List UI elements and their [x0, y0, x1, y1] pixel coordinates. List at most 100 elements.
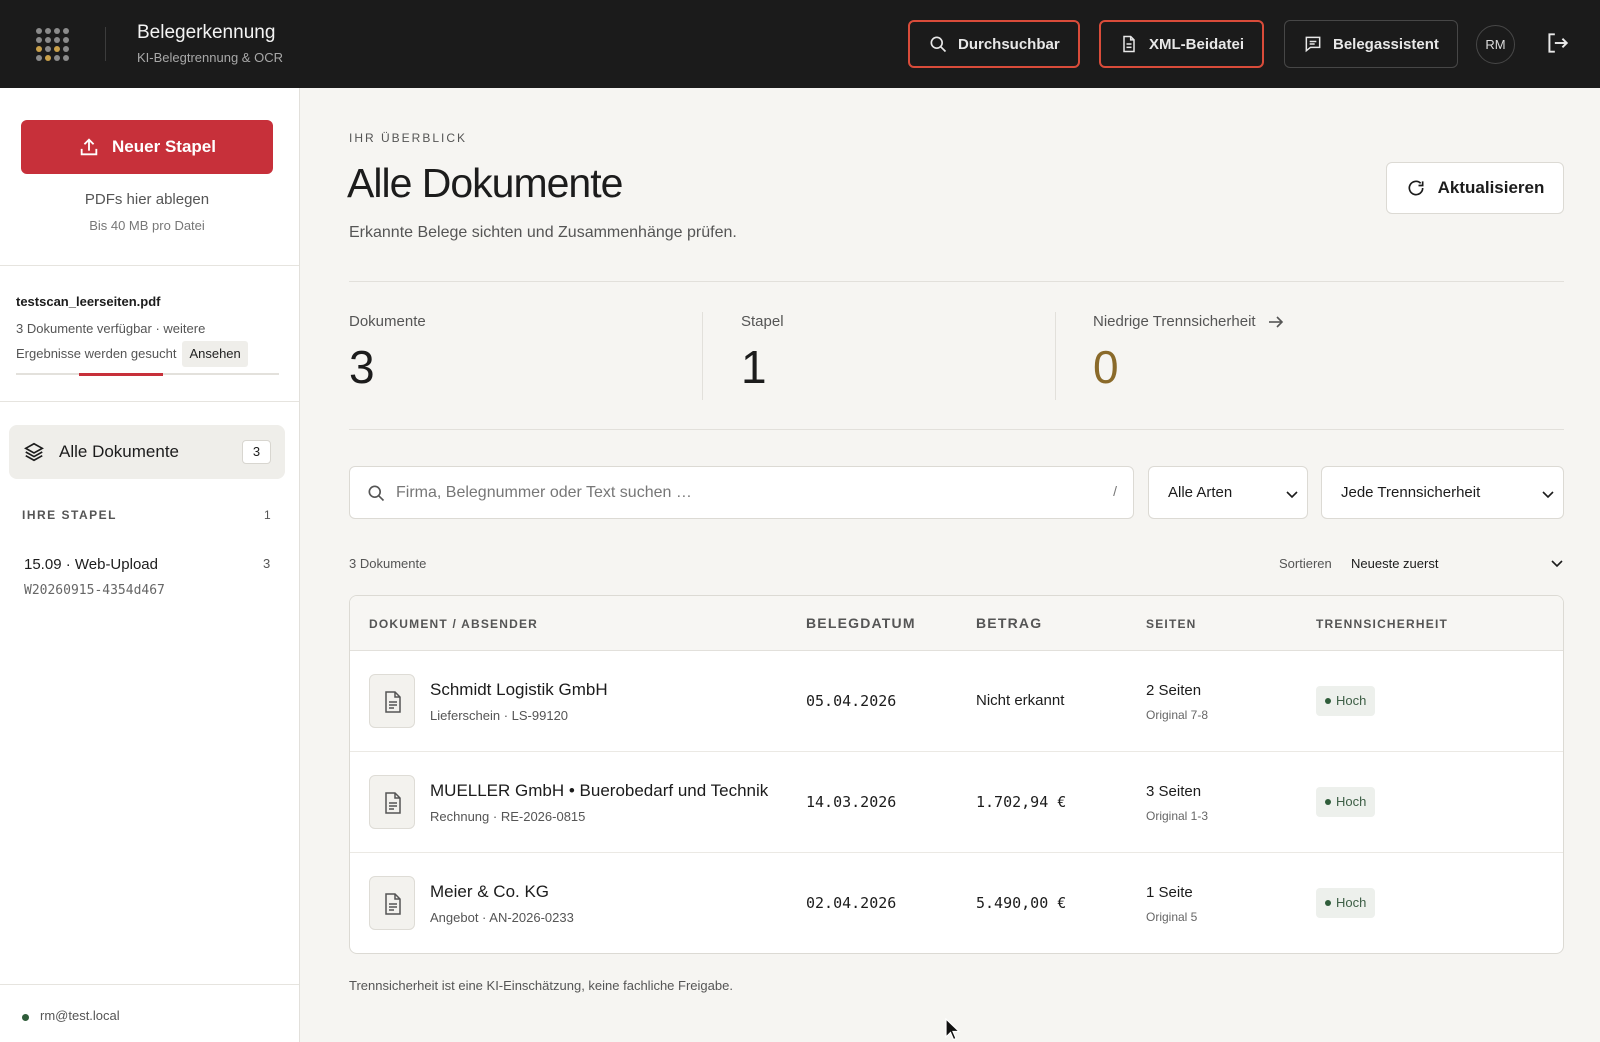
sidebar-item-count: 3 — [242, 440, 271, 464]
document-count: 3 Dokumente — [349, 556, 427, 571]
row-pages: 3 Seiten — [1146, 783, 1202, 800]
stat-low-confidence-link[interactable]: Niedrige Trennsicherheit — [1093, 313, 1284, 330]
app-title: Belegerkennung — [137, 22, 276, 43]
header-divider — [105, 27, 106, 61]
divider — [349, 281, 1564, 282]
search-input[interactable]: Firma, Belegnummer oder Text suchen … / — [349, 466, 1134, 519]
row-amount: Nicht erkannt — [976, 692, 1065, 709]
row-meta: Angebot · AN-2026-0233 — [430, 910, 574, 925]
column-header-pages[interactable]: SEITEN — [1146, 617, 1197, 631]
user-avatar[interactable]: RM — [1476, 25, 1515, 64]
table-row[interactable]: MUELLER GmbH • Buerobedarf und Technik R… — [350, 752, 1563, 853]
assistant-label: Belegassistent — [1333, 35, 1439, 53]
search-shortcut: / — [1113, 483, 1117, 499]
stat-documents-text: Dokumente — [349, 313, 426, 330]
confidence-filter-value: Jede Trennsicherheit — [1341, 484, 1481, 501]
refresh-label: Aktualisieren — [1437, 178, 1545, 197]
chevron-down-icon[interactable] — [1550, 558, 1564, 570]
new-stack-button[interactable]: Neuer Stapel — [21, 120, 273, 174]
stat-documents-label: Dokumente — [349, 313, 426, 330]
upload-status-text: 3 Dokumente verfügbar · weitere Ergebnis… — [16, 321, 206, 361]
row-amount: 1.702,94 € — [976, 793, 1067, 811]
row-original-pages: Original 7-8 — [1146, 708, 1209, 722]
column-header-confidence[interactable]: TRENNSICHERHEIT — [1316, 617, 1448, 631]
drop-hint: PDFs hier ablegen — [84, 191, 210, 208]
new-stack-label: Neuer Stapel — [112, 137, 216, 156]
top-bar: Belegerkennung KI-Belegtrennung & OCR Du… — [0, 0, 1600, 88]
app-logo-icon — [36, 28, 69, 61]
upload-progress-indicator — [79, 373, 163, 376]
logout-icon[interactable] — [1544, 30, 1570, 56]
section-eyebrow: IHR ÜBERBLICK — [349, 131, 468, 145]
search-placeholder: Firma, Belegnummer oder Text suchen … — [396, 484, 692, 501]
page-subtitle: Erkannte Belege sichten und Zusammenhäng… — [349, 224, 737, 241]
sidebar: Neuer Stapel PDFs hier ablegen Bis 40 MB… — [0, 88, 300, 1042]
row-date: 14.03.2026 — [806, 793, 897, 811]
assistant-button[interactable]: Belegassistent — [1284, 20, 1458, 68]
online-status-icon — [22, 1014, 29, 1021]
row-pages: 1 Seite — [1146, 884, 1193, 901]
row-date: 05.04.2026 — [806, 692, 897, 710]
user-email: rm@test.local — [40, 1008, 120, 1023]
divider — [349, 429, 1564, 430]
confidence-badge: Hoch — [1316, 686, 1376, 716]
sidebar-divider — [0, 984, 299, 985]
searchable-button[interactable]: Durchsuchbar — [908, 20, 1080, 68]
confidence-badge: Hoch — [1316, 787, 1376, 817]
stacks-count: 1 — [264, 508, 271, 522]
sidebar-divider — [0, 265, 299, 266]
document-icon — [369, 674, 415, 728]
chat-icon — [1305, 36, 1321, 53]
stat-low-confidence-value: 0 — [1093, 341, 1119, 393]
arrow-right-icon — [1268, 315, 1283, 328]
column-header-date[interactable]: BELEGDATUM — [806, 615, 916, 631]
stat-stacks-label: Stapel — [741, 313, 784, 330]
page-title: Alle Dokumente — [347, 160, 623, 206]
footnote: Trennsicherheit ist eine KI-Einschätzung… — [349, 978, 733, 993]
refresh-button[interactable]: Aktualisieren — [1386, 162, 1564, 214]
stat-stacks-value: 1 — [741, 341, 767, 393]
upload-file-name: testscan_leerseiten.pdf — [16, 294, 161, 309]
chevron-down-icon — [1286, 491, 1298, 499]
type-filter-select[interactable]: Alle Arten — [1148, 466, 1308, 519]
upload-status: 3 Dokumente verfügbar · weitere Ergebnis… — [16, 317, 266, 367]
sort-label: Sortieren — [1279, 556, 1332, 571]
mouse-cursor-icon — [945, 1018, 961, 1041]
view-upload-button[interactable]: Ansehen — [182, 341, 248, 367]
stat-divider — [702, 312, 703, 400]
documents-table: DOKUMENT / ABSENDER BELEGDATUM BETRAG SE… — [349, 595, 1564, 954]
row-sender: Meier & Co. KG — [430, 882, 550, 901]
table-row[interactable]: Meier & Co. KG Angebot · AN-2026-0233 02… — [350, 853, 1563, 953]
search-icon — [930, 36, 947, 53]
row-sender: MUELLER GmbH • Buerobedarf und Technik — [430, 781, 769, 800]
xml-attachment-button[interactable]: XML-Beidatei — [1099, 20, 1265, 68]
type-filter-value: Alle Arten — [1168, 484, 1233, 501]
column-header-document[interactable]: DOKUMENT / ABSENDER — [369, 617, 538, 631]
chevron-down-icon — [1542, 491, 1554, 499]
sidebar-item-stack[interactable]: 15.09 · Web-Upload — [24, 556, 158, 573]
stacks-heading: IHRE STAPEL — [22, 508, 117, 522]
row-meta: Lieferschein · LS-99120 — [430, 708, 569, 723]
row-meta: Rechnung · RE-2026-0815 — [430, 809, 586, 824]
document-icon — [369, 876, 415, 930]
sort-select[interactable]: Neueste zuerst — [1351, 556, 1438, 571]
stat-stacks-text: Stapel — [741, 313, 784, 330]
confidence-filter-select[interactable]: Jede Trennsicherheit — [1321, 466, 1564, 519]
table-header: DOKUMENT / ABSENDER BELEGDATUM BETRAG SE… — [350, 596, 1563, 651]
sidebar-item-label: Alle Dokumente — [59, 442, 180, 461]
table-row[interactable]: Schmidt Logistik GmbH Lieferschein · LS-… — [350, 651, 1563, 752]
sidebar-item-all-documents[interactable]: Alle Dokumente 3 — [9, 425, 285, 479]
sidebar-divider — [0, 401, 299, 402]
row-date: 02.04.2026 — [806, 894, 897, 912]
row-amount: 5.490,00 € — [976, 894, 1067, 912]
document-icon — [1123, 35, 1135, 53]
stat-divider — [1055, 312, 1056, 400]
refresh-icon — [1408, 180, 1424, 196]
row-original-pages: Original 5 — [1146, 910, 1198, 924]
column-header-amount[interactable]: BETRAG — [976, 615, 1042, 631]
search-icon — [368, 485, 385, 502]
stack-id: W20260915-4354d467 — [24, 583, 165, 598]
stat-low-confidence-text: Niedrige Trennsicherheit — [1093, 313, 1256, 330]
upload-icon — [80, 138, 98, 156]
row-pages: 2 Seiten — [1146, 682, 1202, 699]
